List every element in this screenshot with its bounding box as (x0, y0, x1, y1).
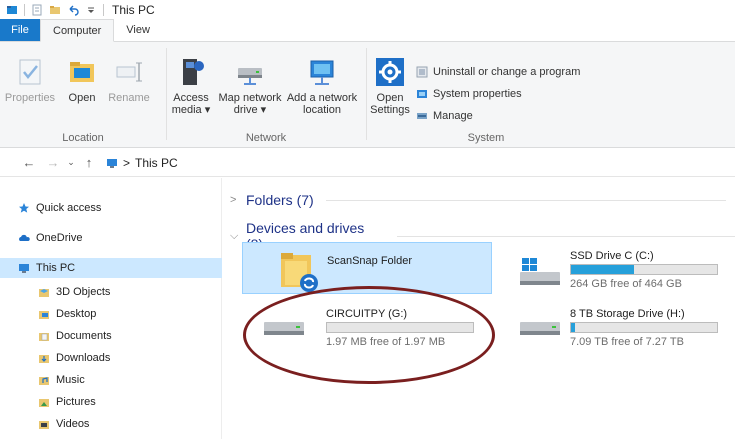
sidebar-item-this-pc[interactable]: This PC (0, 258, 222, 278)
scansnap-folder-icon (281, 253, 318, 292)
breadcrumb-this-pc[interactable]: This PC (135, 156, 178, 170)
open-settings-button[interactable]: Open Settings (370, 56, 410, 116)
access-media-button[interactable]: Access media ▾ (168, 56, 214, 116)
drive-free-space: 7.09 TB free of 7.27 TB (570, 336, 684, 348)
sidebar-item-onedrive[interactable]: OneDrive (18, 228, 222, 248)
recent-locations-chevron-icon[interactable]: ⌄ (62, 157, 80, 168)
map-network-drive-button[interactable]: Map network drive ▾ (216, 56, 284, 116)
network-location-icon (310, 60, 334, 85)
this-pc-icon (107, 158, 117, 168)
sidebar-item-videos[interactable]: Videos (38, 414, 222, 434)
breadcrumb[interactable]: > This PC (106, 156, 178, 170)
sidebar-item-3d-objects[interactable]: 3D Objects (38, 282, 222, 302)
ribbon-tabs: File Computer View (0, 19, 735, 42)
videos-folder-icon (39, 421, 49, 429)
address-bar: ← → ⌄ ↑ > This PC (0, 149, 735, 177)
tile-storage-drive-h[interactable]: 8 TB Storage Drive (H:) 7.09 TB free of … (512, 300, 735, 352)
tile-ssd-drive-c[interactable]: SSD Drive C (C:) 264 GB free of 464 GB (512, 242, 735, 294)
properties-button[interactable]: Properties (4, 56, 56, 104)
tab-view[interactable]: View (114, 19, 162, 41)
up-arrow-icon[interactable]: ↑ (80, 155, 98, 170)
window-title: This PC (112, 3, 155, 17)
sidebar-item-documents[interactable]: Documents (38, 326, 222, 346)
chevron-right-icon: > (230, 194, 237, 206)
sidebar-item-downloads[interactable]: Downloads (38, 348, 222, 368)
downloads-folder-icon (39, 355, 49, 363)
pictures-folder-icon (39, 399, 49, 407)
new-folder-quick-icon[interactable] (49, 4, 61, 16)
cloud-icon (19, 234, 30, 241)
back-arrow-icon[interactable]: ← (20, 155, 38, 170)
documents-folder-icon (39, 333, 49, 341)
sidebar-item-music[interactable]: Music (38, 370, 222, 390)
settings-gear-icon (376, 58, 404, 86)
sidebar-item-desktop[interactable]: Desktop (38, 304, 222, 324)
system-group-label: System (467, 132, 505, 144)
drive-usage-bar (570, 264, 718, 275)
chevron-down-icon: ⌵ (230, 229, 239, 242)
location-group-label: Location (62, 132, 104, 144)
drive-usage-fill (571, 323, 575, 332)
windows-drive-icon (520, 258, 560, 285)
rename-button[interactable]: Rename (106, 56, 152, 104)
sidebar-item-quick-access[interactable]: Quick access (18, 198, 222, 218)
title-bar: This PC (0, 0, 735, 20)
tile-name: 8 TB Storage Drive (H:) (570, 308, 685, 320)
open-folder-icon (70, 62, 94, 82)
ribbon: Properties Open Rename Location Access m… (0, 42, 735, 148)
network-drive-icon (238, 68, 262, 85)
customize-quick-access-dropdown-icon[interactable] (85, 4, 97, 16)
computer-icon (19, 264, 29, 273)
open-button[interactable]: Open (62, 56, 102, 104)
drive-usage-bar (570, 322, 718, 333)
star-icon (19, 203, 29, 213)
tab-file[interactable]: File (0, 19, 40, 41)
properties-icon (19, 59, 41, 85)
system-properties-icon (417, 90, 427, 98)
drive-icon (520, 322, 560, 335)
navigation-pane: Quick access OneDrive This PC 3D Objects… (0, 178, 222, 439)
undo-icon[interactable] (67, 4, 79, 16)
add-network-location-button[interactable]: Add a network location (284, 56, 360, 116)
forward-arrow-icon[interactable]: → (44, 155, 62, 170)
separator (24, 4, 25, 16)
music-folder-icon (39, 377, 49, 385)
network-group-label: Network (245, 132, 287, 144)
tab-computer[interactable]: Computer (40, 19, 115, 42)
drive-free-space: 264 GB free of 464 GB (570, 278, 682, 290)
folders-section-header[interactable]: > Folders (7) (230, 192, 726, 208)
section-divider (325, 199, 726, 201)
system-properties-button[interactable]: System properties (416, 88, 522, 100)
access-media-icon (183, 59, 204, 85)
desktop-folder-icon (39, 311, 49, 319)
location-group: Properties Open Rename Location (0, 42, 166, 148)
sidebar-item-pictures[interactable]: Pictures (38, 392, 222, 412)
tile-name: SSD Drive C (C:) (570, 250, 654, 262)
tile-name: ScanSnap Folder (327, 255, 412, 267)
breadcrumb-separator: > (123, 155, 131, 170)
network-group: Access media ▾ Map network drive ▾ Add a… (166, 42, 366, 148)
properties-quick-icon[interactable] (31, 4, 43, 16)
separator (103, 4, 104, 16)
3d-objects-icon (39, 289, 49, 297)
folder-app-icon[interactable] (6, 4, 18, 16)
rename-icon (116, 62, 142, 82)
manage-icon (417, 113, 427, 119)
manage-button[interactable]: Manage (416, 110, 473, 122)
section-divider (396, 235, 735, 237)
uninstall-program-button[interactable]: Uninstall or change a program (416, 66, 580, 78)
uninstall-icon (416, 66, 428, 78)
drive-usage-fill (571, 265, 634, 274)
annotation-circle (243, 286, 495, 384)
